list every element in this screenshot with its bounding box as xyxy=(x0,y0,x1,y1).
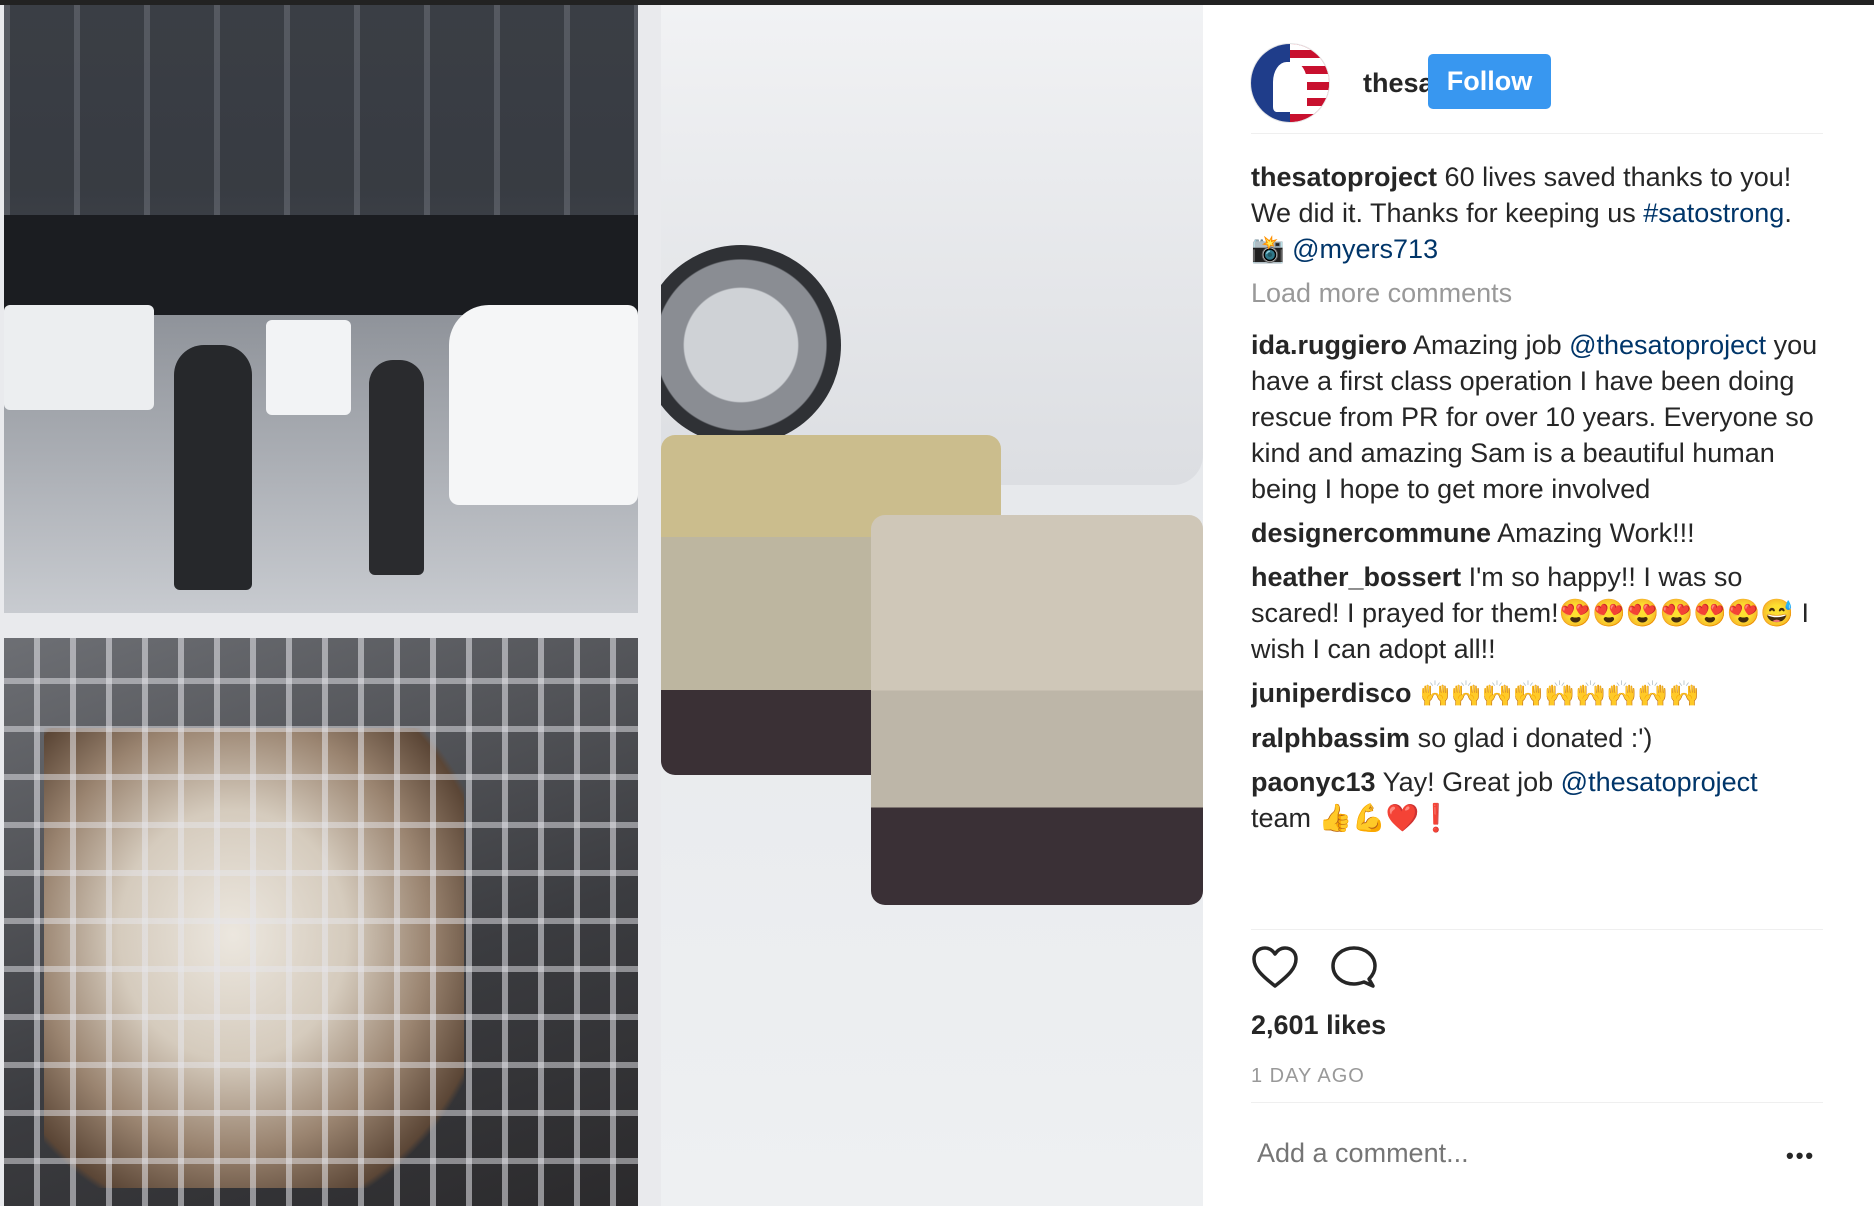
comment-username[interactable]: heather_bossert xyxy=(1251,562,1461,592)
mention-link[interactable]: @thesatoproject xyxy=(1561,767,1758,797)
more-options-icon[interactable]: ••• xyxy=(1786,1143,1815,1169)
person-figure xyxy=(369,360,424,575)
crate-grate xyxy=(4,638,638,1206)
avatar-dog-silhouette xyxy=(1273,62,1307,112)
comment-username[interactable]: paonyc13 xyxy=(1251,767,1376,797)
hangar-roof xyxy=(4,5,638,215)
crates-photo-panel xyxy=(661,5,1203,1206)
comment-text: team 👍💪❤️❗ xyxy=(1251,803,1453,833)
post-timestamp: 1 DAY AGO xyxy=(1251,1065,1365,1087)
mention-link[interactable]: @thesatoproject xyxy=(1569,330,1766,360)
divider xyxy=(1251,929,1823,930)
comments-list: thesatoproject 60 lives saved thanks to … xyxy=(1251,159,1823,924)
likes-count[interactable]: 2,601 likes xyxy=(1251,1010,1386,1041)
comment-item: heather_bossert I'm so happy!! I was so … xyxy=(1251,559,1823,667)
post-sidebar: thesatoproject Follow thesatoproject 60 … xyxy=(1203,5,1874,1206)
follow-button[interactable]: Follow xyxy=(1428,54,1551,109)
rv-vehicle xyxy=(4,305,154,410)
comment-item: paonyc13 Yay! Great job @thesatoproject … xyxy=(1251,764,1823,836)
comment-item: ida.ruggiero Amazing job @thesatoproject… xyxy=(1251,327,1823,507)
comment-text: 🙌🙌🙌🙌🙌🙌🙌🙌🙌 xyxy=(1411,679,1700,708)
suv-vehicle xyxy=(449,305,638,505)
instagram-post-window: thesatoproject Follow thesatoproject 60 … xyxy=(0,0,1874,1206)
avatar[interactable] xyxy=(1251,44,1329,122)
hangar-door xyxy=(4,215,638,315)
comment-item: juniperdisco 🙌🙌🙌🙌🙌🙌🙌🙌🙌 xyxy=(1251,675,1823,712)
load-more-comments-link[interactable]: Load more comments xyxy=(1251,275,1823,311)
comment-username[interactable]: ralphbassim xyxy=(1251,723,1410,753)
hashtag-link[interactable]: #satostrong xyxy=(1643,198,1784,228)
van-vehicle xyxy=(266,320,351,415)
comment-username[interactable]: ida.ruggiero xyxy=(1251,330,1407,360)
comment-text: Yay! Great job xyxy=(1375,767,1561,797)
hangar-photo-panel xyxy=(4,5,638,613)
comment-username[interactable]: juniperdisco xyxy=(1251,678,1412,708)
comment-item: designercommune Amazing Work!!! xyxy=(1251,515,1823,551)
person-figure xyxy=(174,345,252,590)
pet-crate xyxy=(871,515,1203,905)
comment-icon[interactable] xyxy=(1329,945,1377,989)
divider xyxy=(1251,1102,1823,1103)
caption-username[interactable]: thesatoproject xyxy=(1251,162,1437,192)
comment-item: ralphbassim so glad i donated :') xyxy=(1251,720,1823,756)
action-bar xyxy=(1251,945,1451,995)
divider xyxy=(1251,133,1823,134)
comment-text: Amazing Work!!! xyxy=(1491,518,1695,548)
add-comment-input[interactable] xyxy=(1255,1137,1779,1170)
comment-text: so glad i donated :') xyxy=(1410,723,1653,753)
post-photo[interactable] xyxy=(0,5,1203,1206)
dog-in-crate-photo-panel xyxy=(4,638,638,1206)
comment-username[interactable]: designercommune xyxy=(1251,518,1491,548)
mention-link[interactable]: @myers713 xyxy=(1292,234,1438,264)
comment-text: Amazing job xyxy=(1407,330,1570,360)
heart-icon[interactable] xyxy=(1251,945,1299,989)
caption: thesatoproject 60 lives saved thanks to … xyxy=(1251,159,1823,267)
